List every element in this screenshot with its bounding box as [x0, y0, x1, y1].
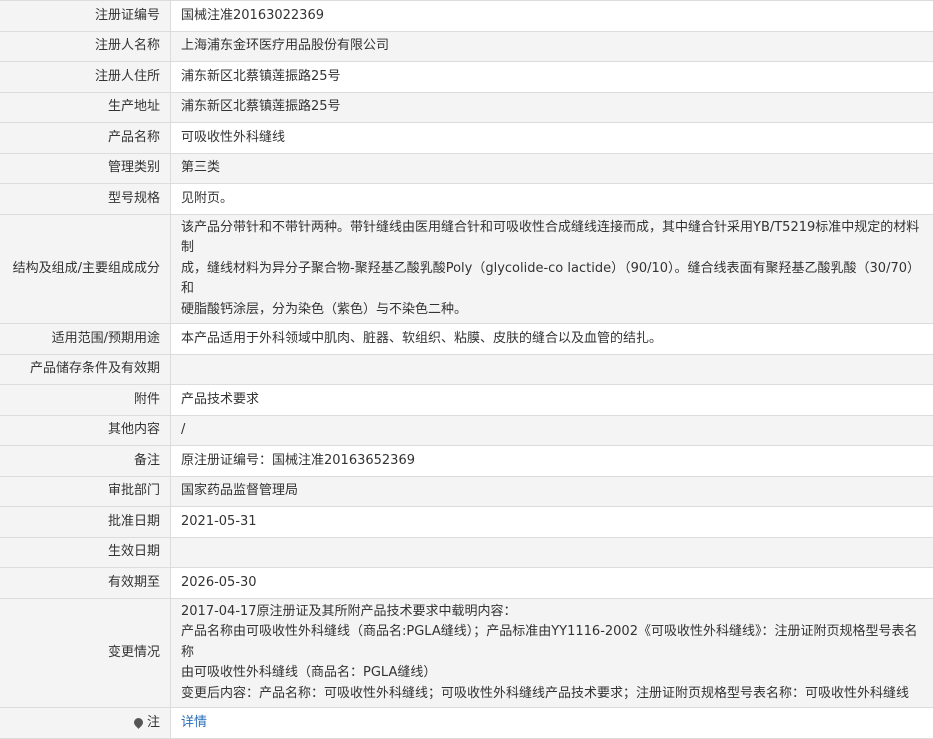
text-line: 2017-04-17原注册证及其所附产品技术要求中载明内容： [181, 602, 923, 623]
row-value [171, 537, 933, 568]
row-other-content: 其他内容 / [0, 415, 933, 446]
row-value: 浦东新区北蔡镇莲振路25号 [171, 62, 933, 93]
row-label: 生产地址 [0, 92, 171, 123]
row-label: 附件 [0, 385, 171, 416]
row-value-multiline: 该产品分带针和不带针两种。带针缝线由医用缝合针和可吸收性合成缝线连接而成，其中缝… [171, 214, 933, 324]
text-line: 由可吸收性外科缝线（商品名：PGLA缝线） [181, 663, 923, 684]
registration-info-table: 注册证编号 国械注准20163022369 注册人名称 上海浦东金环医疗用品股份… [0, 0, 933, 739]
row-label: 产品名称 [0, 123, 171, 154]
text-line: 产品名称由可吸收性外科缝线（商品名:PGLA缝线）；产品标准由YY1116-20… [181, 622, 923, 663]
row-model-spec: 型号规格 见附页。 [0, 184, 933, 215]
row-label: 产品储存条件及有效期 [0, 354, 171, 385]
row-registration-number: 注册证编号 国械注准20163022369 [0, 1, 933, 32]
row-label: 生效日期 [0, 537, 171, 568]
location-pin-icon [132, 716, 145, 729]
row-approval-department: 审批部门 国家药品监督管理局 [0, 476, 933, 507]
row-label: 备注 [0, 446, 171, 477]
row-label: 审批部门 [0, 476, 171, 507]
row-change-history: 变更情况 2017-04-17原注册证及其所附产品技术要求中载明内容： 产品名称… [0, 598, 933, 708]
row-production-address: 生产地址 浦东新区北蔡镇莲振路25号 [0, 92, 933, 123]
row-label: 结构及组成/主要组成成分 [0, 214, 171, 324]
note-label: 注 [147, 715, 160, 730]
row-remarks: 备注 原注册证编号：国械注准20163652369 [0, 446, 933, 477]
row-management-category: 管理类别 第三类 [0, 153, 933, 184]
row-label-note: 注 [0, 708, 171, 739]
row-structure-composition: 结构及组成/主要组成成分 该产品分带针和不带针两种。带针缝线由医用缝合针和可吸收… [0, 214, 933, 324]
row-registrant-name: 注册人名称 上海浦东金环医疗用品股份有限公司 [0, 31, 933, 62]
row-value: 产品技术要求 [171, 385, 933, 416]
row-value: 可吸收性外科缝线 [171, 123, 933, 154]
row-label: 管理类别 [0, 153, 171, 184]
row-value: 国械注准20163022369 [171, 1, 933, 32]
row-value-multiline: 2017-04-17原注册证及其所附产品技术要求中载明内容： 产品名称由可吸收性… [171, 598, 933, 708]
row-label: 注册证编号 [0, 1, 171, 32]
row-registrant-address: 注册人住所 浦东新区北蔡镇莲振路25号 [0, 62, 933, 93]
row-label: 注册人名称 [0, 31, 171, 62]
row-attachment: 附件 产品技术要求 [0, 385, 933, 416]
row-value: 浦东新区北蔡镇莲振路25号 [171, 92, 933, 123]
row-label: 变更情况 [0, 598, 171, 708]
row-expiry-date: 有效期至 2026-05-30 [0, 568, 933, 599]
text-line: 该产品分带针和不带针两种。带针缝线由医用缝合针和可吸收性合成缝线连接而成，其中缝… [181, 218, 923, 259]
details-link[interactable]: 详情 [181, 715, 207, 730]
row-label: 注册人住所 [0, 62, 171, 93]
row-storage-conditions: 产品储存条件及有效期 [0, 354, 933, 385]
row-label: 批准日期 [0, 507, 171, 538]
row-value: 原注册证编号：国械注准20163652369 [171, 446, 933, 477]
row-value: 第三类 [171, 153, 933, 184]
text-line: 硬脂酸钙涂层，分为染色（紫色）与不染色二种。 [181, 300, 923, 321]
row-value [171, 354, 933, 385]
row-intended-use: 适用范围/预期用途 本产品适用于外科领域中肌肉、脏器、软组织、粘膜、皮肤的缝合以… [0, 324, 933, 355]
row-note: 注 详情 [0, 708, 933, 739]
row-approval-date: 批准日期 2021-05-31 [0, 507, 933, 538]
row-value: 国家药品监督管理局 [171, 476, 933, 507]
text-line: 变更后内容：产品名称：可吸收性外科缝线；可吸收性外科缝线产品技术要求；注册证附页… [181, 684, 923, 705]
row-label: 有效期至 [0, 568, 171, 599]
row-label: 其他内容 [0, 415, 171, 446]
row-value: 上海浦东金环医疗用品股份有限公司 [171, 31, 933, 62]
row-product-name: 产品名称 可吸收性外科缝线 [0, 123, 933, 154]
row-value: / [171, 415, 933, 446]
row-label: 型号规格 [0, 184, 171, 215]
row-effective-date: 生效日期 [0, 537, 933, 568]
row-value: 详情 [171, 708, 933, 739]
row-value: 见附页。 [171, 184, 933, 215]
row-value: 本产品适用于外科领域中肌肉、脏器、软组织、粘膜、皮肤的缝合以及血管的结扎。 [171, 324, 933, 355]
row-value: 2021-05-31 [171, 507, 933, 538]
row-label: 适用范围/预期用途 [0, 324, 171, 355]
text-line: 成，缝线材料为异分子聚合物-聚羟基乙酸乳酸Poly（glycolide-co l… [181, 259, 923, 300]
row-value: 2026-05-30 [171, 568, 933, 599]
